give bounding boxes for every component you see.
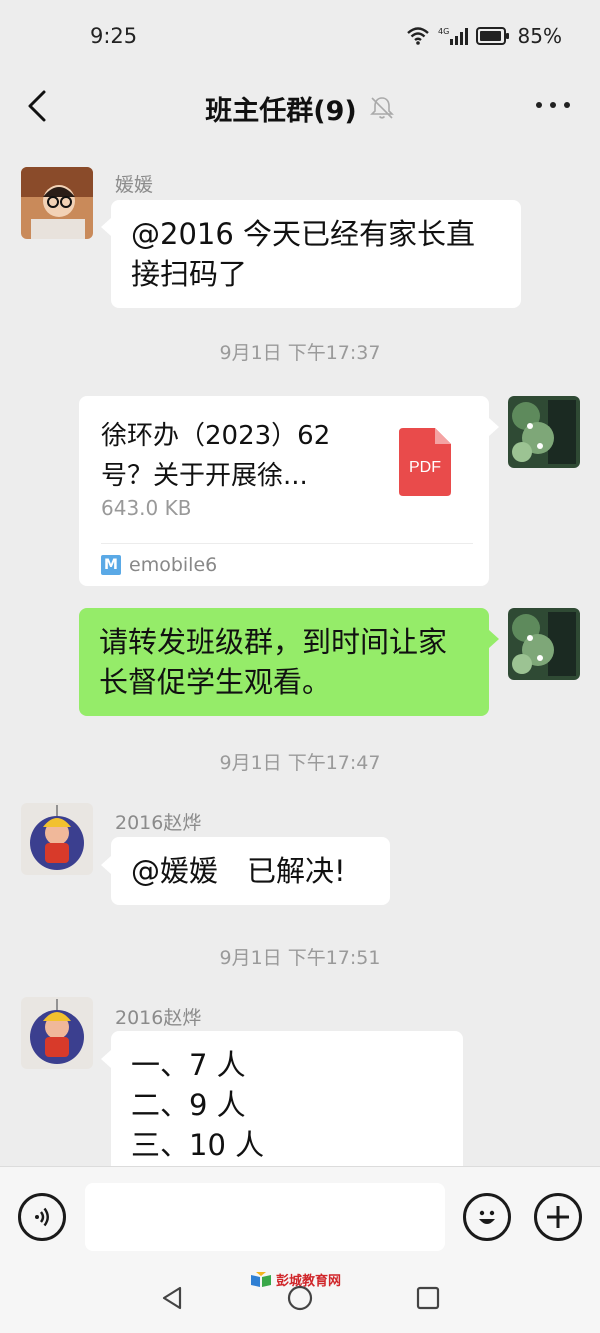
wifi-icon bbox=[406, 27, 429, 45]
voice-button[interactable] bbox=[18, 1193, 66, 1241]
timestamp: 9月1日 下午17:37 bbox=[219, 342, 381, 364]
message-list-line: 二、9 人 bbox=[131, 1088, 246, 1122]
more-icon bbox=[536, 102, 542, 108]
avatar[interactable] bbox=[508, 608, 580, 680]
file-name-line: 徐环办（2023）62 bbox=[101, 421, 331, 451]
avatar[interactable] bbox=[508, 396, 580, 468]
pdf-icon: PDF bbox=[399, 428, 451, 496]
sender-name: 2016赵烨 bbox=[115, 1007, 202, 1029]
message-text: @媛媛 已解决! bbox=[131, 854, 346, 888]
message-list-line: 三、10 人 bbox=[131, 1128, 265, 1162]
message-bubble[interactable]: @2016 今天已经有家长直 接扫码了 bbox=[111, 200, 521, 308]
message-input[interactable] bbox=[85, 1183, 445, 1251]
more-button[interactable] bbox=[536, 102, 570, 108]
file-name-line: 号？关于开展徐... bbox=[101, 461, 308, 491]
avatar[interactable] bbox=[21, 803, 93, 875]
emoji-icon bbox=[479, 1210, 495, 1224]
file-message-card[interactable]: 徐环办（2023）62 号？关于开展徐... 643.0 KB PDF M em… bbox=[79, 396, 489, 586]
sender-name: 媛媛 bbox=[115, 174, 154, 196]
bubble-tail bbox=[489, 630, 499, 648]
divider bbox=[101, 543, 473, 544]
cellular-signal-icon: 4G bbox=[438, 27, 468, 45]
message-text-line: @2016 今天已经有家长直 bbox=[131, 217, 476, 251]
status-indicators: 4G 85% bbox=[406, 24, 562, 48]
source-app-icon: M bbox=[101, 555, 121, 575]
nav-home-icon[interactable] bbox=[286, 1284, 314, 1312]
message-text-line: 请转发班级群，到时间让家 bbox=[99, 625, 448, 659]
status-bar: 9:25 4G 85% bbox=[0, 0, 600, 76]
chat-title: 班主任群(9) bbox=[205, 95, 357, 127]
message-bubble[interactable]: 一、7 人 二、9 人 三、10 人 bbox=[111, 1031, 463, 1166]
file-name: 徐环办（2023）62 号？关于开展徐... bbox=[101, 416, 371, 496]
bubble-tail bbox=[101, 856, 111, 874]
system-nav-bar: 彭城教育网 bbox=[0, 1266, 600, 1333]
avatar[interactable] bbox=[21, 167, 93, 239]
message-text-line: 长督促学生观看。 bbox=[99, 665, 332, 699]
network-type-label: 4G bbox=[438, 27, 449, 36]
timestamp: 9月1日 下午17:47 bbox=[219, 752, 381, 774]
voice-icon bbox=[35, 1207, 49, 1227]
bubble-tail bbox=[101, 218, 111, 236]
timestamp: 9月1日 下午17:51 bbox=[219, 947, 381, 969]
nav-back-icon[interactable] bbox=[158, 1284, 186, 1312]
status-time: 9:25 bbox=[90, 24, 138, 48]
book-logo-icon bbox=[251, 1271, 271, 1287]
avatar[interactable] bbox=[21, 997, 93, 1069]
message-bubble[interactable]: @媛媛 已解决! bbox=[111, 837, 390, 905]
file-source: M emobile6 bbox=[101, 554, 217, 576]
battery-icon bbox=[475, 27, 509, 45]
message-text-line: 接扫码了 bbox=[131, 257, 248, 291]
message-list-line: 一、7 人 bbox=[131, 1048, 246, 1082]
bubble-tail bbox=[101, 1050, 111, 1068]
add-icon bbox=[547, 1206, 569, 1228]
pdf-label: PDF bbox=[409, 459, 441, 476]
chat-header: 班主任群(9) bbox=[0, 76, 600, 140]
bubble-tail bbox=[489, 418, 499, 436]
add-button[interactable] bbox=[534, 1193, 582, 1241]
emoji-button[interactable] bbox=[463, 1193, 511, 1241]
chat-messages[interactable]: 媛媛 @2016 今天已经有家长直 接扫码了 9月1日 下午17:37 徐环办（… bbox=[0, 140, 600, 1166]
file-size: 643.0 KB bbox=[101, 496, 192, 520]
file-source-label: emobile6 bbox=[129, 554, 218, 576]
input-bar bbox=[0, 1166, 600, 1266]
sender-name: 2016赵烨 bbox=[115, 812, 202, 834]
battery-percent: 85% bbox=[517, 24, 562, 48]
message-bubble[interactable]: 请转发班级群，到时间让家 长督促学生观看。 bbox=[79, 608, 489, 716]
nav-recents-icon[interactable] bbox=[414, 1284, 442, 1312]
chat-title-group: 班主任群(9) bbox=[0, 76, 600, 140]
mute-bell-icon bbox=[369, 97, 394, 119]
